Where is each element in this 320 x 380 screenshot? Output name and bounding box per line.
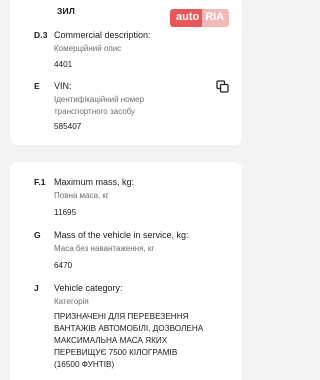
- field-value-line-1: ПРИЗНАЧЕНІ ДЛЯ ПЕРЕВЕЗЕННЯ: [54, 312, 189, 321]
- previous-field-value: ЗИЛ: [57, 6, 75, 16]
- field-value: 11695: [54, 208, 77, 217]
- autoria-watermark: auto RIA: [170, 9, 242, 27]
- field-title: Commercial description:: [54, 30, 151, 40]
- field-subtitle-line-2: транспортного засобу: [54, 107, 136, 116]
- field-value: 4401: [54, 60, 73, 69]
- field-value: 585407: [54, 122, 82, 131]
- field-value-line-3: МАКСИМАЛЬНА МАСА ЯКИХ: [54, 336, 168, 345]
- field-code: J: [34, 283, 39, 293]
- copy-icon[interactable]: [216, 80, 229, 93]
- field-code: G: [34, 230, 41, 240]
- field-subtitle: Комерційний опис: [54, 44, 122, 53]
- field-subtitle: Повна маса, кг: [54, 191, 109, 200]
- field-subtitle-line-1: Ідентифікаційний номер: [54, 95, 145, 104]
- watermark-right: RIA: [202, 9, 230, 27]
- watermark-left: auto: [170, 9, 203, 27]
- field-value-line-5: (16500 ФУНТІВ): [54, 360, 115, 369]
- vehicle-info-card-bottom: F.1 Maximum mass, kg: Повна маса, кг 116…: [10, 162, 242, 380]
- field-code: F.1: [34, 177, 46, 187]
- field-title: Maximum mass, kg:: [54, 177, 135, 187]
- field-value: 6470: [54, 261, 73, 270]
- field-code: D.3: [34, 30, 48, 40]
- field-subtitle: Категорія: [54, 297, 89, 306]
- field-subtitle: Маса без навантаження, кг: [54, 244, 155, 253]
- field-title: VIN:: [54, 81, 72, 91]
- field-value-line-4: ПЕРЕВИЩУЄ 7500 КІЛОГРАМІВ: [54, 348, 178, 357]
- field-code: E: [34, 81, 40, 91]
- field-title: Vehicle category:: [54, 283, 123, 293]
- field-title: Mass of the vehicle in service, kg:: [54, 230, 189, 240]
- field-value-line-2: ВАНТАЖІВ АВТОМОБІЛІ, ДОЗВОЛЕНА: [54, 324, 204, 333]
